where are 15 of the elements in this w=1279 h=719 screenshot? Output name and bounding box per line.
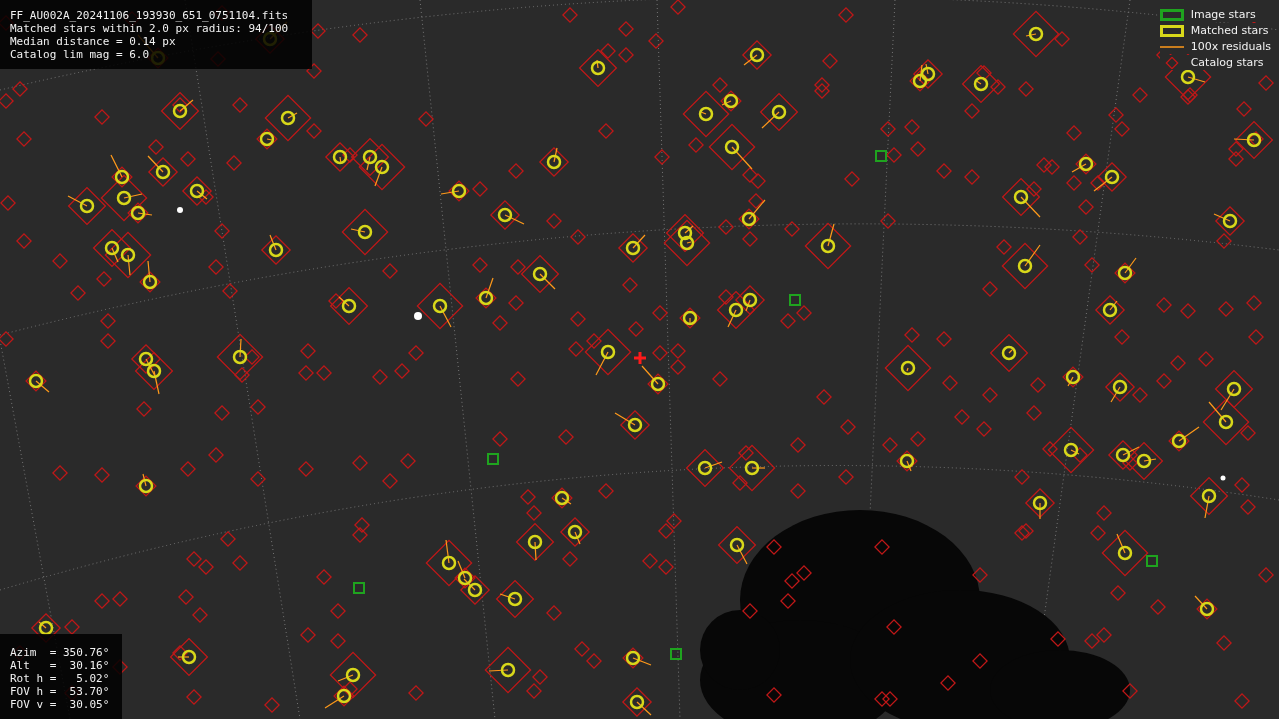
pointing-line: FOV h = 53.70° [10, 685, 111, 698]
legend-label: Catalog stars [1190, 56, 1264, 69]
pointing-line: Rot h = 5.02° [10, 672, 111, 685]
legend-label: Image stars [1190, 8, 1256, 21]
info-line: Matched stars within 2.0 px radius: 94/100 [10, 22, 290, 35]
info-line: FF_AU002A_20241106_193930_651_0751104.fits [10, 9, 290, 22]
info-line: Catalog lim mag = 6.0 [10, 48, 151, 61]
legend-label: 100x residuals [1190, 40, 1271, 53]
pointing-line: FOV v = 30.05° [10, 698, 111, 711]
matched-star-marker-icon [1159, 24, 1184, 37]
legend-label: Matched stars [1190, 24, 1269, 37]
pointing-line: Azim = 350.76° [10, 646, 111, 659]
image-star-marker-icon [1159, 8, 1184, 21]
pointing-line: Alt = 30.16° [10, 659, 111, 672]
info-line: Median distance = 0.14 px [10, 35, 177, 48]
